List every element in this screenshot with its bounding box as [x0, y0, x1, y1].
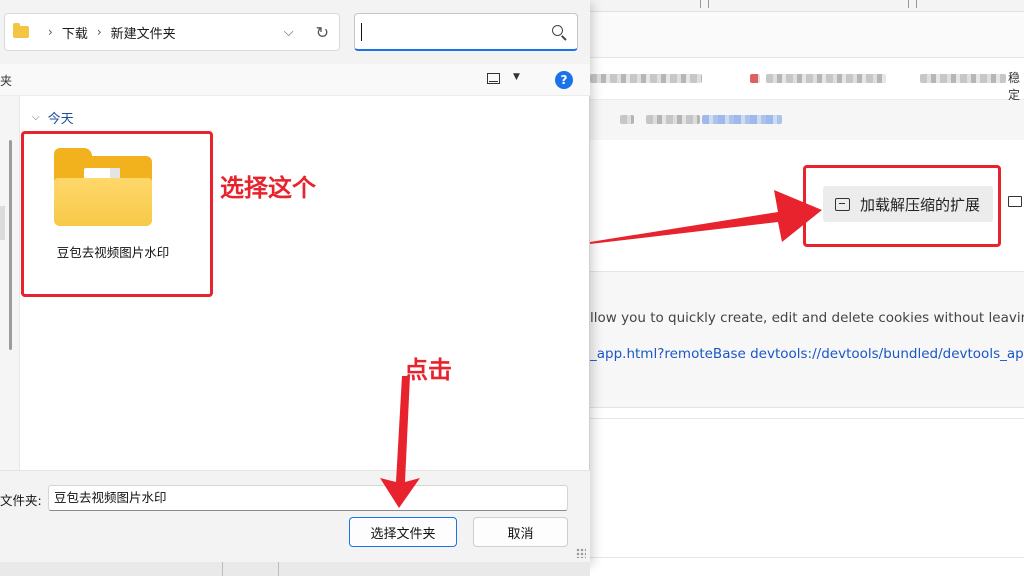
help-icon[interactable]: ?	[555, 71, 573, 89]
breadcrumb-item-downloads[interactable]: 下载	[62, 23, 88, 42]
extension-description: llow you to quickly create, edit and del…	[590, 310, 1024, 326]
extension-list-lower	[590, 408, 1024, 576]
blurred-bookmark-icon	[750, 74, 760, 83]
blurred-profile-row	[590, 100, 1024, 140]
dialog-footer: 文件夹: 豆包去视频图片水印 选择文件夹 取消	[0, 470, 590, 562]
blurred-bookmark[interactable]	[766, 74, 886, 83]
annotation-click: 点击	[404, 356, 452, 384]
extension-card: llow you to quickly create, edit and del…	[590, 272, 1024, 408]
cancel-button[interactable]: 取消	[473, 517, 568, 547]
blurred-name	[646, 115, 700, 124]
refresh-icon[interactable]: ↻	[316, 23, 329, 42]
dialog-toolbar: › 下载 › 新建文件夹 ⌵ ↻	[0, 0, 590, 64]
folder-icon	[13, 23, 29, 38]
group-header-label: 今天	[47, 112, 74, 127]
blurred-avatar	[620, 115, 634, 124]
annotation-select-this: 选择这个	[220, 174, 316, 202]
highlight-box-load-unpacked	[803, 165, 1001, 247]
navigation-pane	[0, 96, 20, 470]
nav-scrollbar[interactable]	[9, 140, 12, 350]
view-icon[interactable]	[487, 73, 500, 84]
search-input[interactable]	[354, 13, 578, 51]
browser-extensions-page: 稳定 加载解压缩的扩展 llow you to quickly create, …	[590, 0, 1024, 576]
breadcrumb[interactable]: › 下载 › 新建文件夹 ⌵ ↻	[4, 13, 340, 51]
breadcrumb-item-new-folder[interactable]: 新建文件夹	[111, 23, 176, 42]
nav-item-partial[interactable]	[0, 206, 5, 240]
bookmark-tail-text: 稳定	[1008, 71, 1021, 102]
organize-menu-partial[interactable]: 夹	[0, 72, 12, 89]
chevron-right-icon[interactable]: ›	[97, 25, 102, 39]
folder-name-field[interactable]: 豆包去视频图片水印	[48, 485, 568, 511]
command-bar: 夹 ▼ ?	[0, 64, 590, 96]
browser-address-bar[interactable]	[590, 12, 1024, 58]
bookmarks-bar: 稳定	[590, 58, 1024, 102]
chevron-down-icon[interactable]: ⌵	[32, 112, 40, 123]
chevron-right-icon[interactable]: ›	[48, 25, 53, 39]
resize-grip-icon[interactable]	[576, 548, 586, 558]
blurred-bookmark[interactable]	[590, 74, 702, 83]
chevron-down-icon[interactable]: ⌵	[284, 25, 294, 40]
extension-card-empty	[590, 418, 1024, 558]
text-caret	[361, 23, 362, 41]
highlight-box-folder	[21, 131, 213, 297]
search-icon[interactable]	[552, 25, 563, 36]
window-bottom-strip	[0, 562, 590, 576]
inspect-views-link[interactable]: _app.html?remoteBase devtools://devtools…	[590, 346, 1024, 362]
blurred-bookmark[interactable]	[920, 74, 1006, 83]
folder-name-label: 文件夹:	[0, 493, 42, 508]
select-folder-button[interactable]: 选择文件夹	[349, 517, 457, 547]
folder-icon[interactable]	[1008, 196, 1022, 207]
caret-down-icon[interactable]: ▼	[513, 72, 520, 82]
browser-tab-strip	[590, 0, 1024, 12]
group-header-today[interactable]: ⌵ 今天	[32, 108, 74, 127]
blurred-email	[702, 115, 782, 124]
